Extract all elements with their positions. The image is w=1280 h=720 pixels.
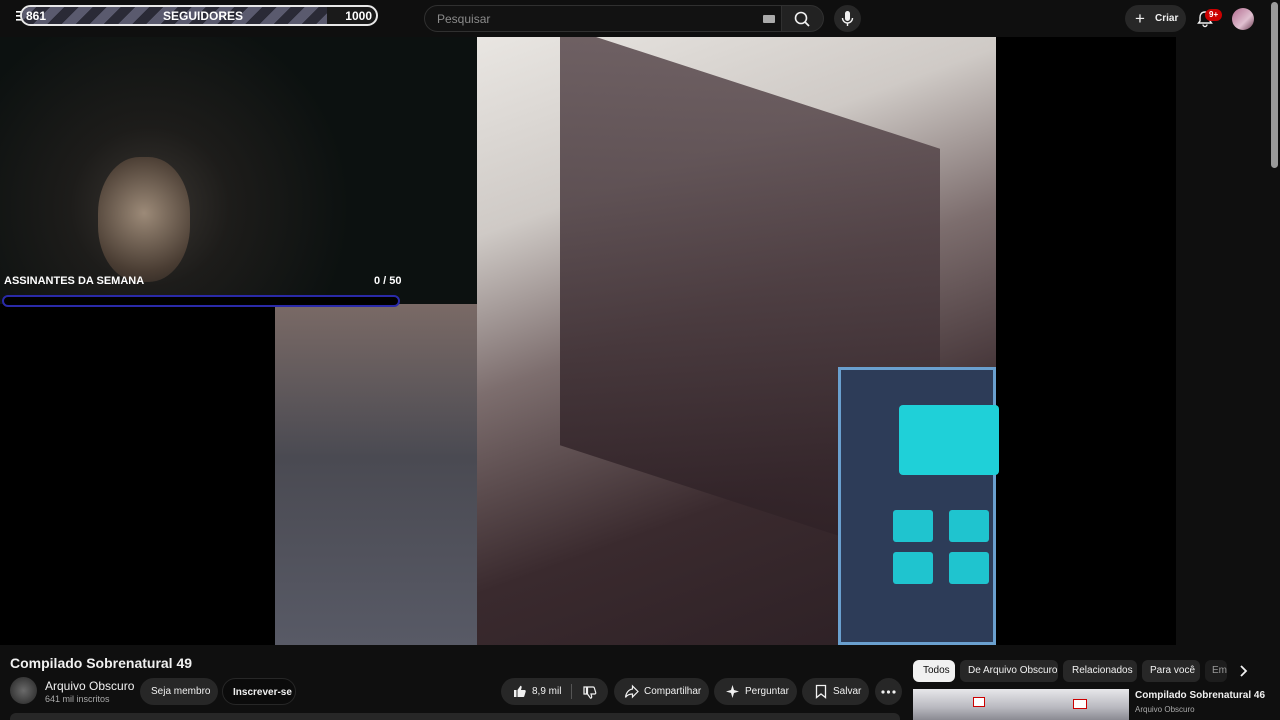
followers-label: SEGUIDORES	[163, 9, 244, 23]
subscribe-label: Inscrever-se	[233, 687, 292, 698]
subs-goal-count: 0 / 50	[374, 275, 402, 287]
dislike-icon[interactable]	[582, 685, 597, 700]
user-avatar[interactable]	[1232, 8, 1254, 30]
subs-goal-bar	[2, 295, 400, 307]
chip-label: Para você	[1150, 665, 1196, 676]
search-button[interactable]	[782, 5, 824, 32]
keyboard-icon[interactable]	[763, 15, 775, 23]
join-button[interactable]: Seja membro	[140, 678, 218, 705]
followers-current: 861	[26, 9, 47, 23]
video-title: Compilado Sobrenatural 49	[10, 655, 193, 671]
create-label: Criar	[1155, 13, 1179, 24]
voice-search-button[interactable]	[834, 5, 861, 32]
channel-name[interactable]: Arquivo Obscuro	[45, 679, 134, 693]
chip-channel[interactable]: De Arquivo Obscuro	[960, 660, 1058, 682]
more-actions-button[interactable]	[875, 678, 902, 705]
chevron-right-icon[interactable]	[1236, 664, 1250, 678]
search-box	[424, 5, 782, 32]
more-icon	[881, 690, 896, 694]
microphone-icon	[841, 11, 854, 26]
recommended-channel[interactable]: Arquivo Obscuro	[1135, 705, 1195, 714]
followers-goal-bar: 861 SEGUIDORES 1000	[20, 5, 378, 26]
video-kiosk	[838, 367, 999, 645]
chip-for-you[interactable]: Para você	[1142, 660, 1200, 682]
scrollbar-thumb[interactable]	[1271, 2, 1278, 168]
save-button[interactable]: Salvar	[802, 678, 869, 705]
chip-more[interactable]: Em	[1205, 660, 1227, 682]
ask-label: Perguntar	[745, 686, 789, 697]
plus-icon: +	[1135, 9, 1145, 28]
chip-label: Em	[1212, 665, 1227, 676]
join-label: Seja membro	[151, 686, 211, 697]
search-icon	[794, 11, 810, 27]
recommended-thumbnail[interactable]	[913, 689, 1129, 720]
sparkle-icon	[726, 685, 739, 698]
like-count[interactable]: 8,9 mil	[532, 686, 561, 697]
channel-avatar[interactable]	[10, 677, 37, 704]
subs-goal-label: ASSINANTES DA SEMANA	[4, 275, 145, 287]
chip-label: Relacionados	[1072, 665, 1133, 676]
page-scrollbar[interactable]	[1269, 0, 1280, 720]
subscribe-button[interactable]: Inscrever-se	[222, 678, 296, 705]
bookmark-icon	[815, 684, 827, 699]
save-label: Salvar	[833, 686, 862, 697]
like-dislike-group: 8,9 mil	[501, 678, 608, 705]
webcam-face	[98, 157, 190, 282]
chip-label: De Arquivo Obscuro	[968, 665, 1058, 676]
description-box[interactable]	[10, 713, 900, 720]
like-icon[interactable]	[512, 684, 527, 699]
chip-related[interactable]: Relacionados	[1063, 660, 1137, 682]
video-frame-left	[275, 304, 477, 645]
chip-all[interactable]: Todos	[913, 660, 955, 682]
share-button[interactable]: Compartilhar	[614, 678, 709, 705]
followers-goal: 1000	[345, 9, 372, 23]
channel-subscribers: 641 mil inscritos	[45, 694, 110, 704]
recommended-title[interactable]: Compilado Sobrenatural 46	[1135, 690, 1265, 701]
search-input[interactable]	[435, 10, 755, 28]
ask-button[interactable]: Perguntar	[714, 678, 797, 705]
share-label: Compartilhar	[644, 686, 702, 697]
notification-badge: 9+	[1205, 9, 1223, 21]
top-bar: 861 SEGUIDORES 1000 + Criar 9+	[0, 0, 1280, 37]
video-player[interactable]: ASSINANTES DA SEMANA 0 / 50	[0, 37, 1176, 645]
chip-label: Todos	[923, 665, 950, 676]
create-button[interactable]: + Criar	[1125, 5, 1186, 32]
share-icon	[624, 684, 639, 699]
webcam-overlay: ASSINANTES DA SEMANA 0 / 50	[0, 37, 477, 307]
